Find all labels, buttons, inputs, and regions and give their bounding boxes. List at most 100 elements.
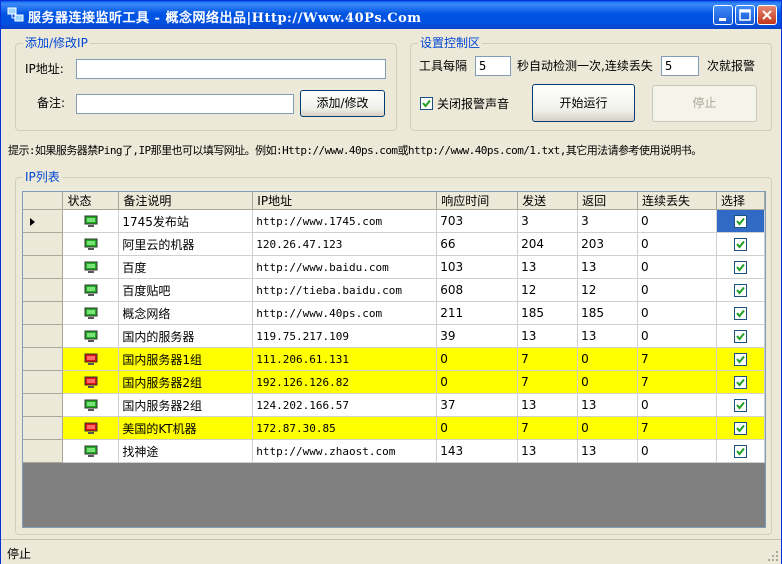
row-note[interactable]: 概念网络 — [118, 301, 254, 325]
row-returned[interactable]: 13 — [577, 255, 639, 279]
row-note[interactable]: 1745发布站 — [118, 209, 254, 233]
row-sent[interactable]: 13 — [517, 439, 579, 463]
mute-alarm-checkbox[interactable] — [420, 97, 433, 110]
add-edit-button[interactable]: 添加/修改 — [300, 90, 385, 117]
row-sent[interactable]: 7 — [517, 370, 579, 394]
row-consecutive-lost[interactable]: 0 — [637, 439, 717, 463]
row-sent[interactable]: 3 — [517, 209, 579, 233]
row-select-checkbox-cell[interactable] — [716, 393, 765, 417]
table-row[interactable]: 美国的KT机器 172.87.30.85 0 7 0 7 — [23, 416, 765, 440]
row-header[interactable] — [23, 370, 64, 394]
row-sent[interactable]: 13 — [517, 255, 579, 279]
row-select-checkbox[interactable] — [733, 261, 747, 274]
column-header-sent[interactable]: 发送 — [517, 192, 579, 210]
table-row[interactable]: 找神途 http://www.zhaost.com 143 13 13 0 — [23, 439, 765, 463]
row-response-time[interactable]: 0 — [436, 347, 519, 371]
row-select-checkbox[interactable] — [733, 445, 747, 458]
start-button[interactable]: 开始运行 — [532, 84, 635, 122]
row-select-checkbox[interactable] — [733, 330, 747, 343]
row-returned[interactable]: 13 — [577, 393, 639, 417]
ip-address-input[interactable] — [76, 59, 386, 79]
table-row[interactable]: 阿里云的机器 120.26.47.123 66 204 203 0 — [23, 232, 765, 256]
row-note[interactable]: 百度 — [118, 255, 254, 279]
row-note[interactable]: 找神途 — [118, 439, 254, 463]
row-consecutive-lost[interactable]: 0 — [637, 324, 717, 348]
row-returned[interactable]: 0 — [577, 370, 639, 394]
row-note[interactable]: 美国的KT机器 — [118, 416, 254, 440]
row-returned[interactable]: 0 — [577, 416, 639, 440]
row-select-checkbox[interactable] — [733, 307, 747, 320]
table-row[interactable]: 国内服务器1组 111.206.61.131 0 7 0 7 — [23, 347, 765, 371]
column-header-consecutive-lost[interactable]: 连续丢失 — [637, 192, 717, 210]
column-header-status[interactable]: 状态 — [62, 192, 120, 210]
row-consecutive-lost[interactable]: 0 — [637, 393, 717, 417]
row-ip-address[interactable]: http://www.zhaost.com — [252, 439, 438, 463]
row-note[interactable]: 国内的服务器 — [118, 324, 254, 348]
row-select-checkbox[interactable] — [733, 399, 747, 412]
note-input[interactable] — [76, 94, 294, 114]
row-consecutive-lost[interactable]: 7 — [637, 370, 717, 394]
row-response-time[interactable]: 211 — [436, 301, 519, 325]
row-response-time[interactable]: 0 — [436, 416, 519, 440]
row-select-checkbox[interactable] — [733, 215, 747, 228]
row-response-time[interactable]: 0 — [436, 370, 519, 394]
table-row[interactable]: 百度 http://www.baidu.com 103 13 13 0 — [23, 255, 765, 279]
row-response-time[interactable]: 37 — [436, 393, 519, 417]
row-ip-address[interactable]: 192.126.126.82 — [252, 370, 438, 394]
row-select-checkbox[interactable] — [733, 284, 747, 297]
table-row[interactable]: 百度贴吧 http://tieba.baidu.com 608 12 12 0 — [23, 278, 765, 302]
row-consecutive-lost[interactable]: 0 — [637, 255, 717, 279]
row-select-checkbox[interactable] — [733, 376, 747, 389]
row-consecutive-lost[interactable]: 0 — [637, 301, 717, 325]
row-consecutive-lost[interactable]: 0 — [637, 232, 717, 256]
loss-count-input[interactable]: 5 — [661, 56, 699, 76]
row-header[interactable] — [23, 324, 64, 348]
row-sent[interactable]: 185 — [517, 301, 579, 325]
row-select-checkbox-cell[interactable] — [716, 324, 765, 348]
column-header-ip[interactable]: IP地址 — [252, 192, 438, 210]
column-header-response-time[interactable]: 响应时间 — [436, 192, 519, 210]
row-sent[interactable]: 204 — [517, 232, 579, 256]
row-returned[interactable]: 13 — [577, 439, 639, 463]
row-ip-address[interactable]: 111.206.61.131 — [252, 347, 438, 371]
row-returned[interactable]: 185 — [577, 301, 639, 325]
row-returned[interactable]: 0 — [577, 347, 639, 371]
row-header[interactable] — [23, 278, 64, 302]
row-response-time[interactable]: 103 — [436, 255, 519, 279]
row-header[interactable] — [23, 416, 64, 440]
row-note[interactable]: 国内服务器1组 — [118, 347, 254, 371]
row-select-checkbox-cell[interactable] — [716, 347, 765, 371]
row-select-checkbox-cell[interactable] — [716, 209, 765, 233]
maximize-button[interactable] — [735, 5, 755, 25]
row-ip-address[interactable]: http://www.40ps.com — [252, 301, 438, 325]
table-row[interactable]: 1745发布站 http://www.1745.com 703 3 3 0 — [23, 209, 765, 233]
close-button[interactable] — [757, 5, 777, 25]
row-consecutive-lost[interactable]: 7 — [637, 416, 717, 440]
row-ip-address[interactable]: 124.202.166.57 — [252, 393, 438, 417]
row-response-time[interactable]: 39 — [436, 324, 519, 348]
resize-grip-icon[interactable] — [767, 550, 779, 562]
table-row[interactable]: 概念网络 http://www.40ps.com 211 185 185 0 — [23, 301, 765, 325]
row-select-checkbox-cell[interactable] — [716, 416, 765, 440]
row-header[interactable] — [23, 393, 64, 417]
row-select-checkbox[interactable] — [733, 353, 747, 366]
row-header[interactable] — [23, 232, 64, 256]
table-row[interactable]: 国内服务器2组 124.202.166.57 37 13 13 0 — [23, 393, 765, 417]
row-returned[interactable]: 13 — [577, 324, 639, 348]
row-select-checkbox-cell[interactable] — [716, 439, 765, 463]
row-response-time[interactable]: 143 — [436, 439, 519, 463]
row-sent[interactable]: 7 — [517, 347, 579, 371]
row-header[interactable] — [23, 209, 64, 233]
row-consecutive-lost[interactable]: 0 — [637, 278, 717, 302]
row-select-checkbox-cell[interactable] — [716, 370, 765, 394]
title-bar[interactable]: 服务器连接监听工具 - 概念网络出品|Http://Www.40Ps.Com — [1, 1, 781, 29]
row-select-checkbox-cell[interactable] — [716, 301, 765, 325]
row-header[interactable] — [23, 301, 64, 325]
minimize-button[interactable] — [713, 5, 733, 25]
row-header[interactable] — [23, 439, 64, 463]
row-sent[interactable]: 13 — [517, 324, 579, 348]
row-header[interactable] — [23, 255, 64, 279]
table-row[interactable]: 国内的服务器 119.75.217.109 39 13 13 0 — [23, 324, 765, 348]
ip-list-grid[interactable]: 状态 备注说明 IP地址 响应时间 发送 返回 连续丢失 选择 1745发布站 h… — [22, 191, 766, 528]
mute-alarm-label[interactable]: 关闭报警声音 — [437, 97, 509, 111]
